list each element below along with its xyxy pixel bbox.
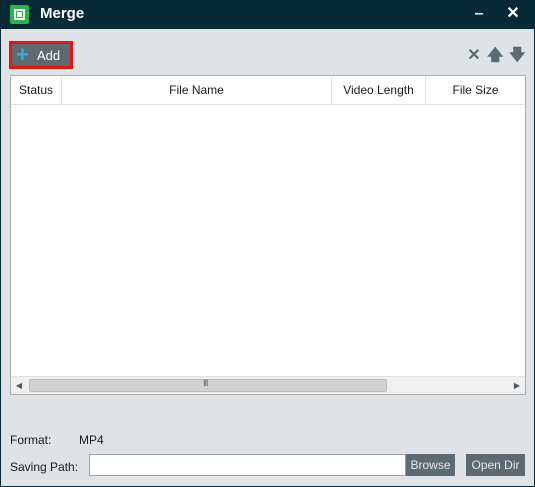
format-value: MP4 — [79, 433, 104, 447]
browse-button[interactable]: Browse — [406, 454, 455, 476]
saving-path-input[interactable] — [89, 454, 406, 476]
add-button[interactable]: + Add — [9, 41, 73, 69]
saving-path-label: Saving Path: — [10, 460, 79, 474]
scroll-left-icon[interactable]: ◀ — [11, 378, 27, 394]
title-bar: Merge – ✕ — [0, 0, 535, 29]
merge-app-icon — [10, 5, 29, 24]
plus-icon: + — [16, 42, 29, 67]
column-header-file-size[interactable]: File Size — [426, 76, 525, 104]
scrollbar-grip: III — [203, 378, 208, 388]
add-button-label: Add — [37, 48, 61, 63]
arrow-down-icon[interactable]: 🡇 — [509, 47, 525, 65]
arrow-up-icon[interactable]: 🡅 — [487, 47, 503, 65]
column-header-file-name[interactable]: File Name — [62, 76, 332, 104]
window-title: Merge — [40, 5, 85, 22]
format-label: Format: — [10, 433, 52, 447]
column-header-status[interactable]: Status — [11, 76, 62, 104]
merge-dialog-body: + Add ✕ 🡅 🡇 Status File Name Video Lengt… — [1, 29, 534, 486]
horizontal-scrollbar[interactable]: ◀ III ▶ — [11, 376, 525, 394]
x-icon[interactable]: ✕ — [466, 47, 482, 65]
file-list-header: Status File Name Video Length File Size — [11, 76, 525, 105]
column-header-video-length[interactable]: Video Length — [332, 76, 426, 104]
scrollbar-thumb[interactable]: III — [29, 378, 387, 392]
minimize-button[interactable]: – — [467, 2, 491, 26]
open-dir-button[interactable]: Open Dir — [466, 454, 525, 476]
file-list[interactable]: Status File Name Video Length File Size … — [10, 75, 526, 395]
close-button[interactable]: ✕ — [501, 2, 525, 26]
scroll-right-icon[interactable]: ▶ — [509, 378, 525, 394]
